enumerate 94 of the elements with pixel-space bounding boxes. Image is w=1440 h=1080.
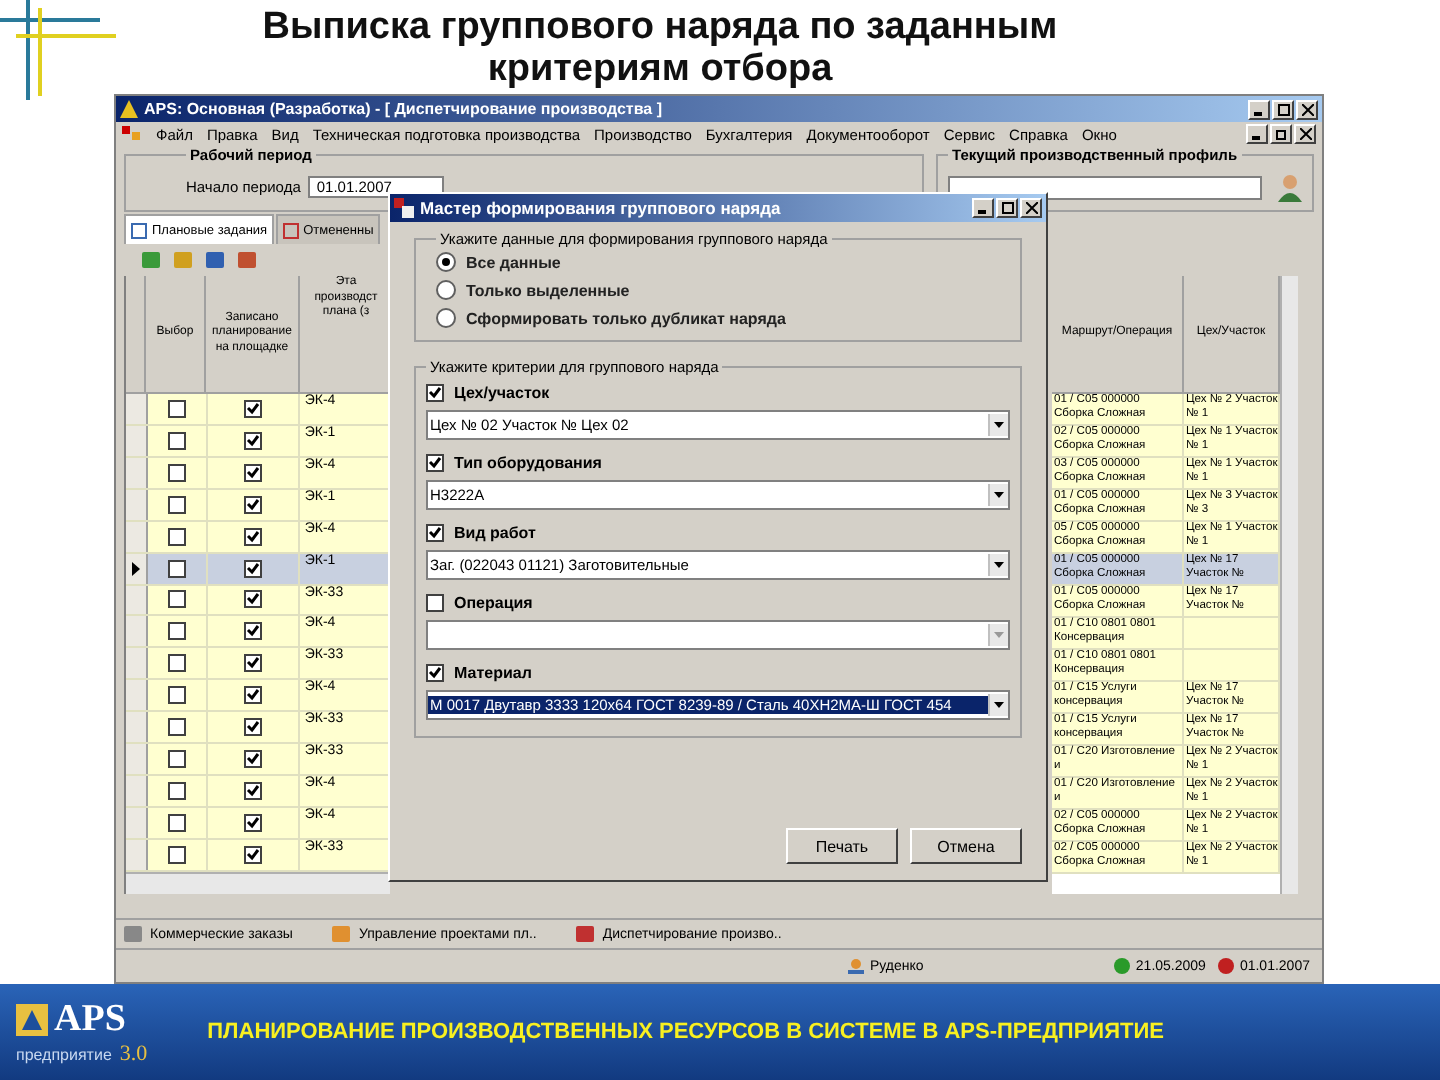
radio-button[interactable] — [436, 308, 456, 328]
checkbox-label[interactable]: Цех/участок — [454, 384, 550, 402]
dropdown-icon — [994, 422, 1004, 428]
dialog-title: Мастер формирования группового наряда — [420, 198, 781, 218]
radio-option[interactable]: Все данные — [436, 252, 1000, 272]
pick-checkbox[interactable] — [167, 559, 186, 578]
close-icon — [1025, 202, 1037, 214]
recorded-checkbox[interactable] — [244, 718, 263, 737]
maximize-button[interactable] — [1272, 99, 1294, 119]
dropdown-icon — [994, 562, 1004, 568]
recorded-checkbox[interactable] — [244, 495, 263, 514]
radio-button[interactable] — [436, 252, 456, 272]
recorded-checkbox[interactable] — [244, 590, 263, 609]
radio-option[interactable]: Только выделенные — [436, 280, 1000, 300]
profile-field[interactable] — [948, 175, 1262, 199]
window-tab-icon — [332, 926, 351, 942]
recorded-checkbox[interactable] — [244, 814, 263, 833]
window-title: APS: Основная (Разработка) - [ Диспетчирование производства ] — [144, 100, 662, 118]
checkbox[interactable] — [426, 594, 444, 612]
dropdown-icon — [994, 492, 1004, 498]
pick-checkbox[interactable] — [167, 527, 186, 546]
corner-lines-drawing — [0, 0, 120, 100]
checkbox-label[interactable]: Операция — [454, 594, 533, 612]
recorded-checkbox[interactable] — [244, 399, 263, 418]
logo-subtitle: предприятие — [16, 1046, 112, 1064]
recorded-checkbox[interactable] — [244, 527, 263, 546]
pick-checkbox[interactable] — [167, 590, 186, 609]
footer-text: ПЛАНИРОВАНИЕ ПРОИЗВОДСТВЕННЫХ РЕСУРСОВ В СИСТЕМЕ В APS-ПРЕДПРИЯТИЕ — [207, 1020, 1164, 1044]
toolbar-icon[interactable] — [204, 250, 226, 270]
pick-checkbox[interactable] — [167, 463, 186, 482]
radio-option[interactable]: Сформировать только дубликат наряда — [436, 308, 1000, 328]
close-icon — [1299, 128, 1311, 140]
close-button[interactable] — [1020, 198, 1042, 218]
checkbox[interactable] — [426, 454, 444, 472]
recorded-checkbox[interactable] — [244, 782, 263, 801]
user-icon — [848, 958, 864, 974]
pick-checkbox[interactable] — [167, 782, 186, 801]
pick-checkbox[interactable] — [167, 846, 186, 865]
restore-button[interactable] — [1270, 124, 1292, 144]
pick-checkbox[interactable] — [167, 686, 186, 705]
window-tab-icon — [576, 926, 595, 942]
radio-button[interactable] — [436, 280, 456, 300]
minimize-button[interactable] — [1248, 99, 1270, 119]
maximize-button[interactable] — [996, 198, 1018, 218]
checkbox[interactable] — [426, 384, 444, 402]
recorded-checkbox[interactable] — [244, 559, 263, 578]
checkbox-label[interactable]: Вид работ — [454, 524, 536, 542]
pick-checkbox[interactable] — [167, 495, 186, 514]
pick-checkbox[interactable] — [167, 750, 186, 769]
checkbox[interactable] — [426, 524, 444, 542]
logo-version: 3.0 — [119, 1042, 148, 1066]
dialog-icon — [394, 198, 414, 218]
user-icon — [1278, 173, 1302, 201]
dialog-button[interactable]: Печать — [786, 828, 898, 864]
checkbox-label[interactable]: Материал — [454, 664, 532, 682]
menu-app-icon — [122, 126, 142, 142]
pick-checkbox[interactable] — [167, 654, 186, 673]
recorded-checkbox[interactable] — [244, 750, 263, 769]
recorded-checkbox[interactable] — [244, 686, 263, 705]
horizontal-scrollbar[interactable] — [126, 872, 390, 895]
row-pointer-icon — [132, 561, 140, 576]
recorded-checkbox[interactable] — [244, 846, 263, 865]
vertical-scrollbar[interactable] — [1280, 276, 1298, 894]
pick-checkbox[interactable] — [167, 814, 186, 833]
dialog-button[interactable]: Отмена — [910, 828, 1022, 864]
recorded-checkbox[interactable] — [244, 654, 263, 673]
checkbox-label[interactable]: Тип оборудования — [454, 454, 602, 472]
checkbox[interactable] — [426, 664, 444, 682]
pick-checkbox[interactable] — [167, 431, 186, 450]
logo-icon — [16, 1004, 48, 1036]
slide-title: Выписка группового наряда по заданным критериям отбора — [260, 5, 1060, 89]
dropdown-icon — [994, 702, 1004, 708]
logo-name: APS — [54, 998, 126, 1042]
pick-checkbox[interactable] — [167, 718, 186, 737]
close-button[interactable] — [1294, 124, 1316, 144]
app-icon — [120, 100, 138, 118]
recorded-checkbox[interactable] — [244, 463, 263, 482]
tab-icon — [281, 221, 300, 239]
dropdown-icon — [994, 632, 1004, 638]
window-tab-icon — [124, 926, 142, 942]
recorded-checkbox[interactable] — [244, 622, 263, 641]
toolbar-icon[interactable] — [236, 250, 258, 270]
maximize-icon — [1001, 202, 1013, 214]
pick-checkbox[interactable] — [167, 399, 186, 418]
close-icon — [1301, 103, 1313, 115]
pick-checkbox[interactable] — [167, 622, 186, 641]
combo-box[interactable] — [426, 620, 1010, 650]
close-button[interactable] — [1296, 99, 1318, 119]
tab-icon — [130, 221, 148, 239]
maximize-icon — [1277, 103, 1289, 115]
recorded-checkbox[interactable] — [244, 431, 263, 450]
minimize-button[interactable] — [972, 198, 994, 218]
restore-icon — [1275, 128, 1287, 140]
minimize-button[interactable] — [1246, 124, 1268, 144]
